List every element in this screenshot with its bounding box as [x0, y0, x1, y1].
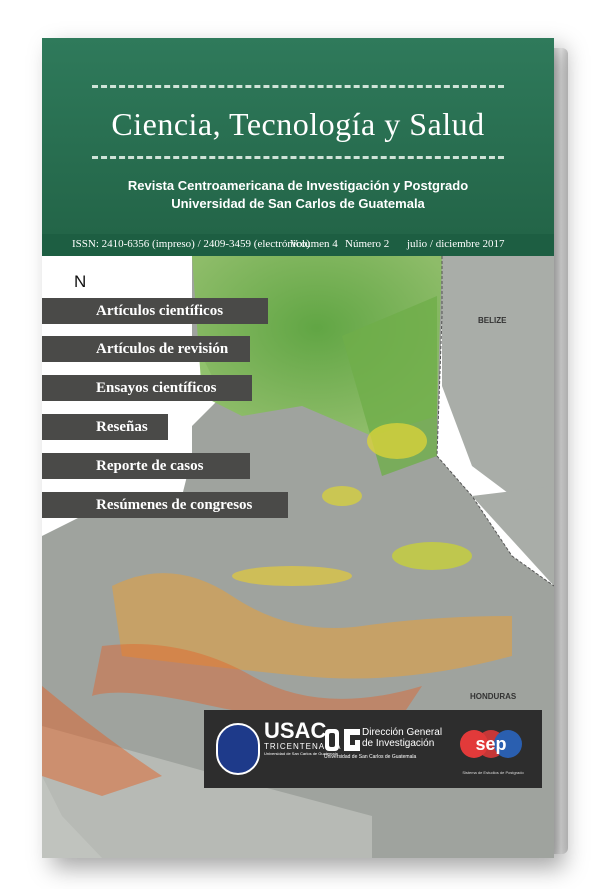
dgi-line2: de Investigación — [362, 738, 435, 749]
sep-subtitle: Sistema de Estudios de Postgrado — [462, 770, 524, 775]
dgi-university: Universidad de San Carlos de Guatemala — [324, 754, 417, 760]
section-ensayos: Ensayos científicos — [42, 375, 252, 401]
header-dash-bottom — [92, 156, 504, 159]
guatemala-map: N BELIZE HONDURAS Artículos científicos … — [42, 256, 554, 858]
dgi-mark-icon — [325, 729, 360, 751]
section-articulos-revision: Artículos de revisión — [42, 336, 250, 362]
usac-seal-icon — [216, 723, 260, 775]
section-resenas: Reseñas — [42, 414, 168, 440]
north-indicator: N — [74, 272, 87, 291]
book-spine — [554, 48, 568, 854]
issn-text: ISSN: 2410-6356 (impreso) / 2409-3459 (e… — [72, 238, 310, 250]
volume-text: Volumen 4 — [290, 238, 338, 250]
section-reporte-casos: Reporte de casos — [42, 453, 250, 479]
section-articulos-cientificos: Artículos científicos — [42, 298, 268, 324]
university-name: Universidad de San Carlos de Guatemala — [171, 196, 425, 211]
sep-logo-icon: sep — [460, 730, 522, 758]
dgi-logo: Dirección General de Investigación Unive… — [324, 727, 443, 761]
period-text: julio / diciembre 2017 — [407, 238, 505, 250]
honduras-label: HONDURAS — [470, 692, 517, 701]
dgi-line1: Dirección General — [362, 727, 443, 738]
journal-cover: Ciencia, Tecnología y Salud Revista Cent… — [42, 38, 554, 858]
cover-header: Ciencia, Tecnología y Salud Revista Cent… — [42, 38, 554, 234]
header-dash-top — [92, 85, 504, 88]
belize-label: BELIZE — [478, 316, 507, 325]
issue-info-bar: ISSN: 2410-6356 (impreso) / 2409-3459 (e… — [42, 234, 554, 256]
section-resumenes: Resúmenes de congresos — [42, 492, 288, 518]
sep-letters: sep — [475, 734, 506, 754]
journal-subtitle: Revista Centroamericana de Investigación… — [127, 178, 469, 193]
number-text: Número 2 — [345, 238, 390, 250]
journal-title: Ciencia, Tecnología y Salud — [111, 106, 485, 142]
institution-logos-bar: USAC TRICENTENARIA Universidad de San Ca… — [204, 710, 542, 788]
